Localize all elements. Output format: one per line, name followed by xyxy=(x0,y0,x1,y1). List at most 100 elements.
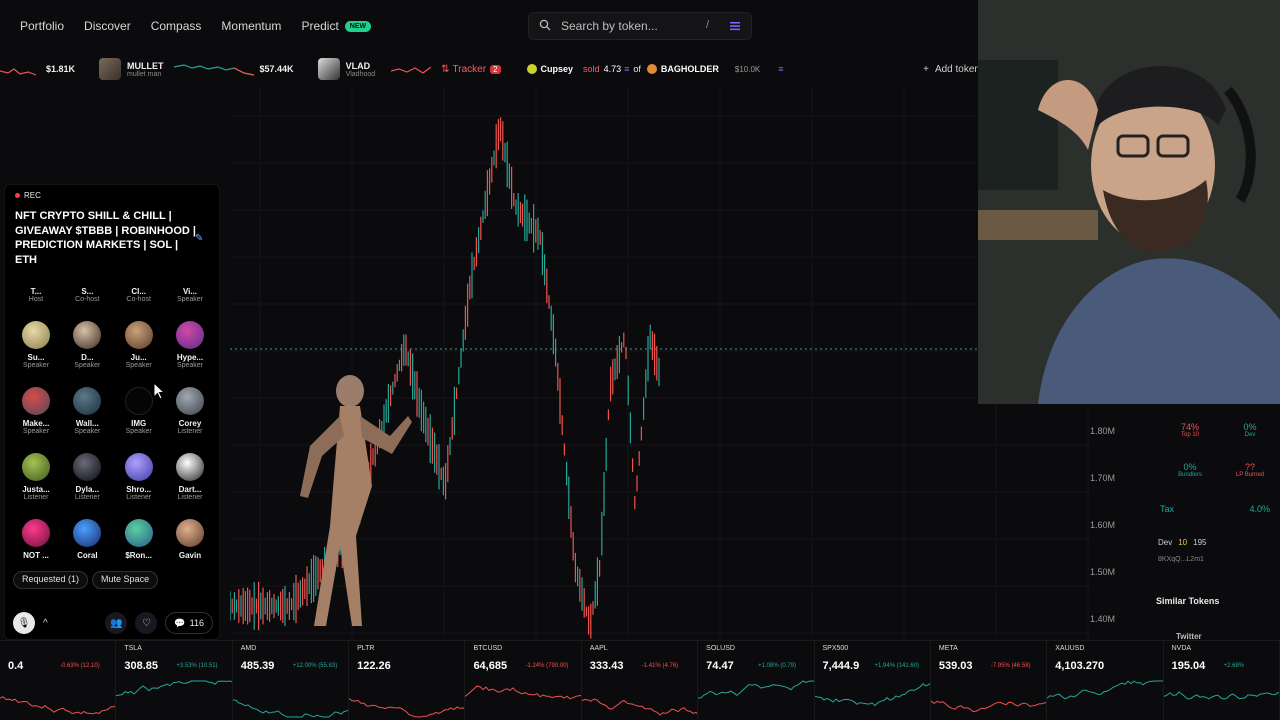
participant[interactable]: Gavin xyxy=(165,519,215,560)
market-ticker-nvda[interactable]: NVDA 195.04 +2.68% xyxy=(1163,641,1280,720)
search-input[interactable]: Search by token... / xyxy=(528,12,752,40)
edit-icon[interactable]: ✎ xyxy=(195,233,203,244)
tax-stat: Tax 4.0% xyxy=(1160,504,1270,518)
ticker-change: +3.53% (10.51) xyxy=(176,663,218,669)
nav-portfolio[interactable]: Portfolio xyxy=(20,19,64,33)
trade-action: sold xyxy=(583,64,600,74)
dev-stat: 0% Dev xyxy=(1220,422,1280,438)
participant-name: Make... xyxy=(22,419,50,428)
bundlers-stat: 0% Bundlers xyxy=(1160,462,1220,478)
participant[interactable]: NOT ... xyxy=(11,519,61,560)
requested-button[interactable]: Requested (1) xyxy=(13,571,89,589)
twitter-tab[interactable]: Twitter xyxy=(1176,632,1202,640)
spaces-panel: REC NFT CRYPTO SHILL & CHILL | GIVEAWAY … xyxy=(4,184,220,640)
participant[interactable]: D... Speaker xyxy=(62,321,112,369)
participant[interactable]: Vi... Speaker xyxy=(165,287,215,303)
participant[interactable]: S... Co-host xyxy=(62,287,112,303)
top10-stat: 74% Top 10 xyxy=(1160,422,1220,438)
nav-momentum[interactable]: Momentum xyxy=(221,19,281,33)
mini-sparkline xyxy=(0,68,37,76)
participant-row: Su... Speaker D... Speaker Ju... Speaker Hy… xyxy=(11,321,215,369)
dev-row[interactable]: Dev 10 195 xyxy=(1158,538,1207,547)
add-token-button[interactable]: + Add token xyxy=(923,64,980,75)
space-actions: Requested (1) Mute Space xyxy=(13,571,159,589)
participant[interactable]: Shro... Listener xyxy=(114,453,164,501)
participant[interactable]: Coral xyxy=(62,519,112,560)
menu-icon[interactable] xyxy=(729,20,741,32)
market-ticker-meta[interactable]: META 539.03 -7.95% (46.58) xyxy=(930,641,1048,720)
participant[interactable]: Wall... Speaker xyxy=(62,387,112,435)
participant-name: Coral xyxy=(77,551,98,560)
avatar xyxy=(175,321,204,349)
trade-feed[interactable]: Cupsey sold 4.73 ≡ of BAGHOLDER $10.0K ≡ xyxy=(526,64,784,74)
dev-value: 0% xyxy=(1243,422,1257,432)
ticker-name: VLAD xyxy=(345,60,371,71)
similar-tokens-heading[interactable]: Similar Tokens xyxy=(1156,596,1219,606)
participant-name: S... xyxy=(81,287,94,296)
participant[interactable]: T... Host xyxy=(11,287,61,303)
avatar xyxy=(175,519,204,547)
market-ticker-pltr[interactable]: PLTR 122.26 xyxy=(349,641,466,720)
lp-stat: ?? LP Burned xyxy=(1220,462,1280,478)
avatar xyxy=(73,321,102,349)
comments-button[interactable]: 💬 116 xyxy=(165,612,213,634)
participant-name: Su... xyxy=(27,353,45,362)
ticker-item-mullet[interactable]: MULLET mullet man $57.44K xyxy=(99,54,318,84)
participant-role: Speaker xyxy=(176,362,204,369)
ticker-item-vlad[interactable]: VLAD Vladhood xyxy=(317,54,432,84)
participant[interactable]: Dyla... Listener xyxy=(62,453,112,501)
people-icon[interactable]: 👥 xyxy=(105,612,128,634)
market-ticker-tsla[interactable]: TSLA 308.85 +3.53% (10.51) xyxy=(116,641,233,720)
market-ticker-spx500[interactable]: SPX500 7,444.9 +1.94% (141.60) xyxy=(814,641,931,720)
webcam-overlay xyxy=(978,0,1280,404)
nav-predict[interactable]: Predict NEW xyxy=(301,19,372,33)
chevron-up-icon[interactable]: ^ xyxy=(43,618,48,629)
avatar xyxy=(175,453,204,481)
contract-address[interactable]: 8KXqQ...L2m1 xyxy=(1158,556,1204,563)
microphone-icon[interactable]: 🎙 xyxy=(13,612,35,634)
plus-icon: + xyxy=(923,63,929,75)
participant-name: Gavin xyxy=(178,551,202,560)
ticker-sparkline xyxy=(1047,680,1163,700)
ticker-symbol: TSLA xyxy=(124,645,142,652)
mute-space-button[interactable]: Mute Space xyxy=(92,571,159,589)
participant[interactable]: Make... Speaker xyxy=(11,387,61,435)
market-ticker-xauusd[interactable]: XAUUSD 4,103.270 xyxy=(1047,641,1164,720)
record-icon xyxy=(15,193,20,198)
heart-icon[interactable]: ♡ xyxy=(135,612,158,634)
market-ticker-solusd[interactable]: SOLUSD 74.47 +1.08% (0.79) xyxy=(698,641,815,720)
participant[interactable]: Su... Speaker xyxy=(11,321,61,369)
price-label: 1.70M xyxy=(1090,473,1116,483)
participant[interactable]: Ju... Speaker xyxy=(114,321,164,369)
participant[interactable]: $Ron... xyxy=(114,519,164,560)
market-ticker-btcusd[interactable]: BTCUSD 64,685 -1.24% (790.00) xyxy=(465,641,582,720)
participant[interactable]: Justa... Listener xyxy=(11,453,61,501)
ticker-change: +2.68% xyxy=(1223,663,1245,669)
market-ticker-amd[interactable]: AMD 485.39 +12.00% (55.83) xyxy=(232,641,350,720)
participant-row: Justa... Listener Dyla... Listener Shro...… xyxy=(11,453,215,501)
avatar xyxy=(124,453,153,481)
participant-name: NOT ... xyxy=(23,551,49,560)
avatar xyxy=(22,321,50,349)
price-chart[interactable] xyxy=(230,86,1090,640)
participant[interactable]: Cl... Co-host xyxy=(114,287,164,303)
tax-value: 4.0% xyxy=(1249,504,1270,514)
ticker-sub: mullet man xyxy=(127,70,162,78)
participant-role: Speaker xyxy=(125,362,152,369)
ticker-price: 539.03 xyxy=(938,660,973,672)
participant[interactable]: Dart... Listener xyxy=(165,453,215,501)
menu-icon[interactable]: ≡ xyxy=(778,64,783,74)
ticker-change: +1.94% (141.60) xyxy=(874,663,920,669)
avatar xyxy=(73,387,102,415)
space-title: NFT CRYPTO SHILL & CHILL | GIVEAWAY $TBB… xyxy=(15,210,196,266)
participant-name: Cl... xyxy=(131,287,146,296)
search-placeholder: Search by token... xyxy=(561,19,658,33)
tracker-button[interactable]: ⇅ Tracker 2 xyxy=(441,64,501,75)
nav-discover[interactable]: Discover xyxy=(84,19,131,33)
participant[interactable]: Corey Listener xyxy=(165,387,215,435)
nav-compass[interactable]: Compass xyxy=(151,19,202,33)
market-ticker-aapl[interactable]: AAPL 333.43 -1.41% (4.76) xyxy=(581,641,699,720)
participant[interactable]: Hype... Speaker xyxy=(165,321,215,369)
participant-row: Make... Speaker Wall... Speaker IMG Speaker… xyxy=(11,387,215,435)
market-ticker-item[interactable]: 0.4 -0.63% (12.10) xyxy=(0,641,117,720)
